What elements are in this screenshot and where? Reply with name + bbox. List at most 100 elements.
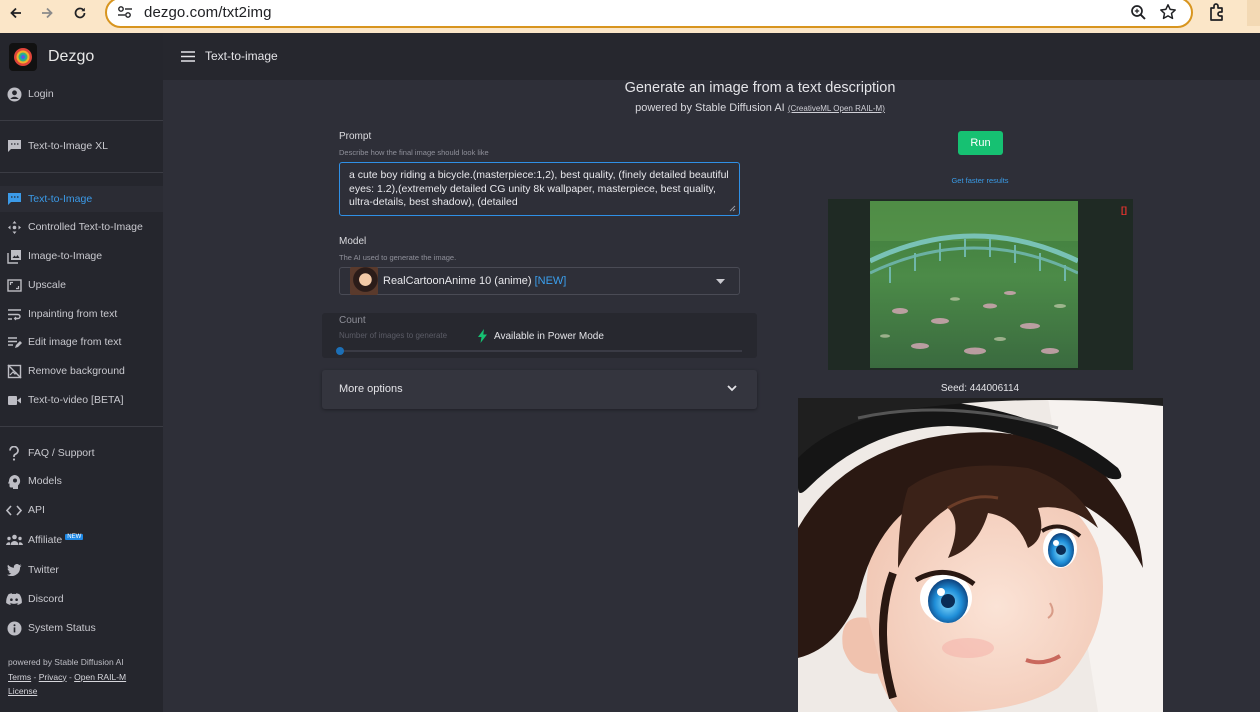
divider: [0, 426, 163, 427]
count-slider[interactable]: [339, 350, 742, 352]
address-bar[interactable]: dezgo.com/txt2img: [105, 0, 1193, 28]
extensions-icon[interactable]: [1207, 2, 1227, 22]
terms-link[interactable]: Terms: [8, 672, 31, 682]
sidebar-item-label: API: [28, 504, 45, 516]
chat-bubble-icon: [0, 139, 28, 153]
wrap-text-icon: [0, 308, 28, 321]
sidebar-item-label: Upscale: [28, 279, 66, 291]
preview-corner-mark: []: [1121, 205, 1127, 215]
model-help: The AI used to generate the image.: [339, 253, 457, 262]
videocam-icon: [0, 395, 28, 406]
sidebar-item-inpainting-from-text[interactable]: Inpainting from text: [0, 301, 163, 327]
sidebar-item-discord[interactable]: Discord: [0, 586, 163, 612]
sidebar-item-remove-background[interactable]: Remove background: [0, 358, 163, 384]
account-circle-icon: [0, 87, 28, 102]
edit-note-icon: [0, 336, 28, 349]
sidebar-item-models[interactable]: Models: [0, 468, 163, 494]
power-mode-text: Available in Power Mode: [494, 330, 604, 342]
site-settings-icon[interactable]: [117, 5, 133, 19]
affiliate-label: Affiliate: [28, 534, 63, 546]
model-name: RealCartoonAnime 10 (anime): [383, 275, 532, 287]
move-arrows-icon: [0, 220, 28, 235]
sidebar-item-affiliate[interactable]: Affiliate NEW: [0, 527, 163, 553]
open-rail-m-link[interactable]: Open RAIL-M: [74, 672, 126, 682]
footer-separator: -: [31, 671, 39, 682]
forward-icon[interactable]: [34, 2, 60, 24]
sidebar-item-twitter[interactable]: Twitter: [0, 557, 163, 583]
model-new-tag: [NEW]: [534, 275, 567, 287]
powered-by-text: powered by Stable Diffusion AI: [8, 657, 124, 667]
sidebar: Dezgo Login Text-to-Image XL Text-to-Ima…: [0, 33, 163, 712]
photo-library-icon: [0, 249, 28, 264]
aspect-ratio-icon: [0, 278, 28, 292]
sidebar-item-image-to-image[interactable]: Image-to-Image: [0, 243, 163, 269]
browser-toolbar: dezgo.com/txt2img: [0, 0, 1260, 33]
sidebar-item-label: Discord: [28, 593, 64, 605]
sidebar-item-label: FAQ / Support: [28, 447, 95, 459]
sidebar-item-label: Remove background: [28, 365, 125, 377]
sidebar-item-label: Controlled Text-to-Image: [28, 221, 143, 233]
sidebar-item-system-status[interactable]: System Status: [0, 615, 163, 641]
sidebar-item-text-to-image-xl[interactable]: Text-to-Image XL: [0, 133, 163, 159]
sidebar-item-upscale[interactable]: Upscale: [0, 272, 163, 298]
group-people-icon: [0, 534, 28, 546]
generated-image[interactable]: [798, 398, 1163, 712]
privacy-link[interactable]: Privacy: [39, 672, 67, 682]
main-subheading: powered by Stable Diffusion AI (Creative…: [560, 102, 960, 114]
sidebar-item-label: Text-to-Image: [28, 193, 93, 205]
model-thumbnail: [350, 267, 378, 295]
prompt-help: Describe how the final image should look…: [339, 148, 489, 157]
more-options-label: More options: [339, 383, 403, 395]
more-options-accordion[interactable]: More options: [322, 370, 757, 409]
bookmark-star-icon[interactable]: [1159, 3, 1177, 21]
license-link[interactable]: License: [8, 686, 37, 696]
divider: [0, 172, 163, 173]
japanese-bridge-painting: [870, 201, 1078, 368]
brand[interactable]: Dezgo: [9, 43, 94, 71]
sidebar-item-faq-support[interactable]: FAQ / Support: [0, 440, 163, 466]
chat-bubble-icon: [0, 192, 28, 206]
divider: [0, 120, 163, 121]
license-link[interactable]: (CreativeML Open RAIL-M): [788, 104, 885, 113]
count-panel: Count Number of images to generate Avail…: [322, 313, 757, 358]
power-mode-notice[interactable]: Available in Power Mode: [478, 329, 604, 343]
sidebar-item-label: Affiliate NEW: [28, 534, 84, 546]
code-brackets-icon: [0, 504, 28, 516]
sidebar-item-controlled-text-to-image[interactable]: Controlled Text-to-Image: [0, 214, 163, 240]
sidebar-item-label: Login: [28, 88, 54, 100]
resize-handle-icon[interactable]: [729, 205, 736, 212]
url-text[interactable]: dezgo.com/txt2img: [144, 4, 272, 21]
prompt-text: a cute boy riding a bicycle.(masterpiece…: [349, 169, 729, 208]
sidebar-item-edit-image-from-text[interactable]: Edit image from text: [0, 329, 163, 355]
help-question-icon: [0, 445, 28, 461]
sidebar-item-label: System Status: [28, 622, 96, 634]
sidebar-item-api[interactable]: API: [0, 497, 163, 523]
main-heading: Generate an image from a text descriptio…: [624, 80, 896, 96]
zoom-icon[interactable]: [1130, 4, 1147, 21]
count-help: Number of images to generate: [339, 331, 448, 340]
model-select[interactable]: RealCartoonAnime 10 (anime) [NEW]: [339, 267, 740, 295]
chevron-down-icon: [727, 385, 737, 392]
sidebar-item-label: Edit image from text: [28, 336, 122, 348]
discord-icon: [0, 593, 28, 605]
count-slider-thumb[interactable]: [336, 347, 344, 355]
browser-profile-edge: [1247, 0, 1260, 26]
sidebar-item-text-to-image[interactable]: Text-to-Image: [0, 186, 163, 212]
lightning-bolt-icon: [478, 329, 494, 343]
prompt-textarea[interactable]: a cute boy riding a bicycle.(masterpiece…: [339, 162, 740, 216]
hamburger-menu-icon[interactable]: [181, 51, 195, 62]
sidebar-item-label: Twitter: [28, 564, 59, 576]
twitter-bird-icon: [0, 564, 28, 576]
anime-portrait-image: [798, 398, 1163, 712]
page-title: Text-to-image: [205, 49, 278, 63]
sidebar-item-login[interactable]: Login: [0, 81, 163, 107]
psychology-head-icon: [0, 474, 28, 489]
back-icon[interactable]: [3, 2, 29, 24]
subtitle-text: powered by Stable Diffusion AI: [635, 102, 785, 114]
reload-icon[interactable]: [67, 2, 93, 24]
get-faster-results-link[interactable]: Get faster results: [930, 176, 1030, 185]
footer-separator: -: [66, 671, 75, 682]
run-button[interactable]: Run: [958, 131, 1003, 155]
hide-image-icon: [0, 364, 28, 379]
sidebar-item-text-to-video[interactable]: Text-to-video [BETA]: [0, 387, 163, 413]
